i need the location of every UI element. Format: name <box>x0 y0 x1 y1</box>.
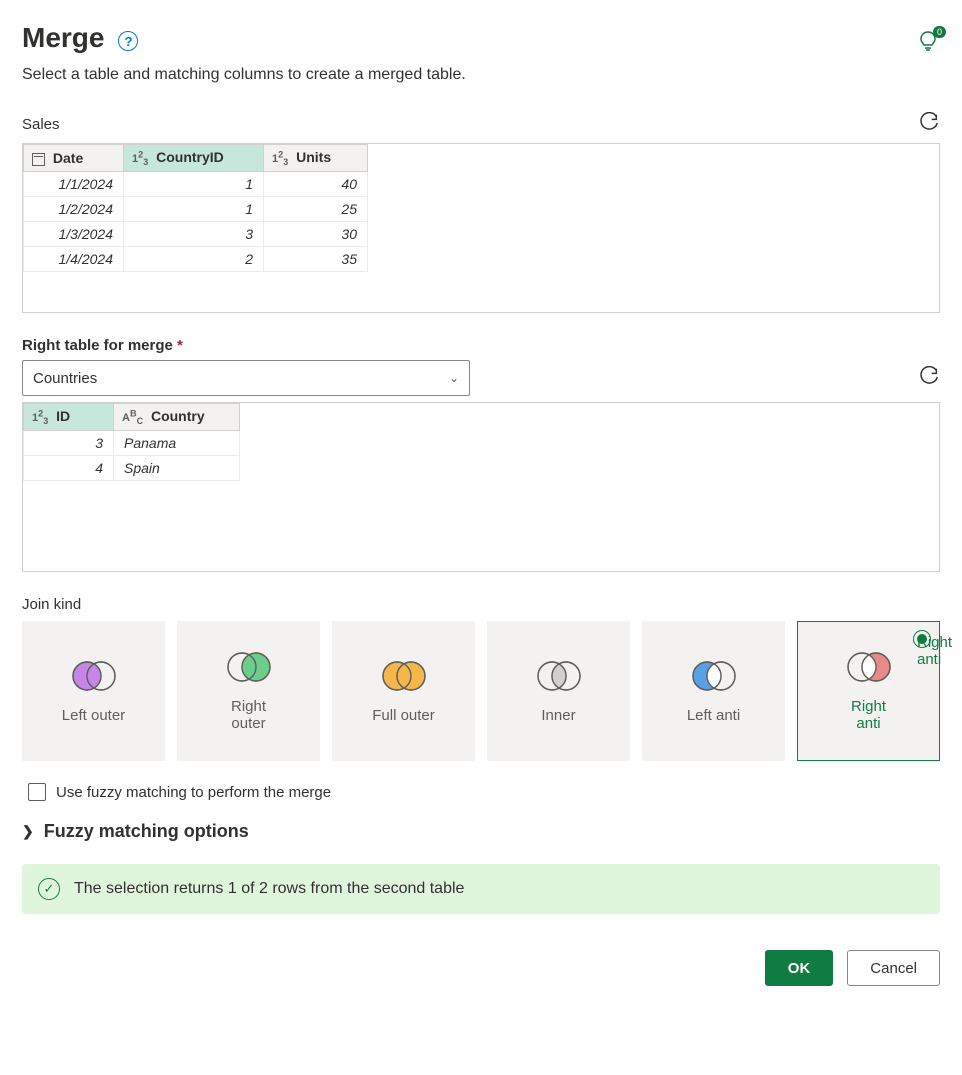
table-row[interactable]: 1/4/2024235 <box>24 247 368 272</box>
required-indicator: * <box>177 337 183 354</box>
chevron-down-icon: ⌄ <box>449 371 459 385</box>
fuzzy-checkbox[interactable] <box>28 783 46 801</box>
table-row[interactable]: 1/3/2024330 <box>24 222 368 247</box>
cancel-button[interactable]: Cancel <box>847 950 940 986</box>
success-icon: ✓ <box>38 878 60 900</box>
join-option-label: Inner <box>541 707 575 724</box>
venn-icon <box>689 659 739 693</box>
right-table-select[interactable]: Countries ⌄ <box>22 360 470 396</box>
column-header[interactable]: 123 Units <box>264 145 368 172</box>
left-table-label: Sales <box>22 116 60 133</box>
left-table-grid[interactable]: Date123 CountryID123 Units1/1/20241401/2… <box>22 143 940 313</box>
fuzzy-checkbox-label: Use fuzzy matching to perform the merge <box>56 784 331 801</box>
table-row[interactable]: 4Spain <box>24 456 240 481</box>
table-row[interactable]: 1/1/2024140 <box>24 172 368 197</box>
join-option-inner[interactable]: Inner <box>487 621 630 761</box>
join-option-label: Full outer <box>372 707 435 724</box>
help-icon[interactable]: ? <box>118 31 138 51</box>
chevron-right-icon: ❯ <box>22 823 34 840</box>
page-subtitle: Select a table and matching columns to c… <box>22 66 940 84</box>
table-row[interactable]: 3Panama <box>24 431 240 456</box>
join-option-label: Left outer <box>62 707 125 724</box>
venn-icon <box>534 659 584 693</box>
join-option-full-outer[interactable]: Full outer <box>332 621 475 761</box>
right-table-grid[interactable]: 123 IDABC Country3Panama4Spain <box>22 402 940 572</box>
tips-icon[interactable]: 0 <box>918 30 940 52</box>
refresh-icon[interactable] <box>918 112 940 137</box>
join-option-label: Rightanti <box>851 698 886 732</box>
radio-selected-icon: Right anti <box>913 630 931 648</box>
tips-badge: 0 <box>933 26 946 38</box>
fuzzy-options-expander[interactable]: ❯ Fuzzy matching options <box>22 821 940 842</box>
join-option-left-outer[interactable]: Left outer <box>22 621 165 761</box>
column-header[interactable]: 123 ID <box>24 404 114 431</box>
venn-icon <box>379 659 429 693</box>
right-table-select-value: Countries <box>33 370 97 387</box>
venn-icon <box>224 650 274 684</box>
venn-icon <box>69 659 119 693</box>
join-option-left-anti[interactable]: Left anti <box>642 621 785 761</box>
venn-icon <box>844 650 894 684</box>
table-row[interactable]: 1/2/2024125 <box>24 197 368 222</box>
join-kind-label: Join kind <box>22 596 940 613</box>
column-header[interactable]: 123 CountryID <box>124 145 264 172</box>
column-header[interactable]: ABC Country <box>114 404 240 431</box>
fuzzy-options-label: Fuzzy matching options <box>44 821 249 842</box>
join-option-label: Left anti <box>687 707 740 724</box>
join-option-right-outer[interactable]: Rightouter <box>177 621 320 761</box>
ok-button[interactable]: OK <box>765 950 834 986</box>
join-option-label: Rightouter <box>231 698 266 732</box>
right-table-field-label: Right table for merge <box>22 337 173 354</box>
join-option-right-anti[interactable]: Right anti Rightanti <box>797 621 940 761</box>
status-text: The selection returns 1 of 2 rows from t… <box>74 880 464 898</box>
page-title: Merge <box>22 22 104 54</box>
refresh-icon[interactable] <box>918 366 940 391</box>
column-header[interactable]: Date <box>24 145 124 172</box>
status-bar: ✓ The selection returns 1 of 2 rows from… <box>22 864 940 914</box>
